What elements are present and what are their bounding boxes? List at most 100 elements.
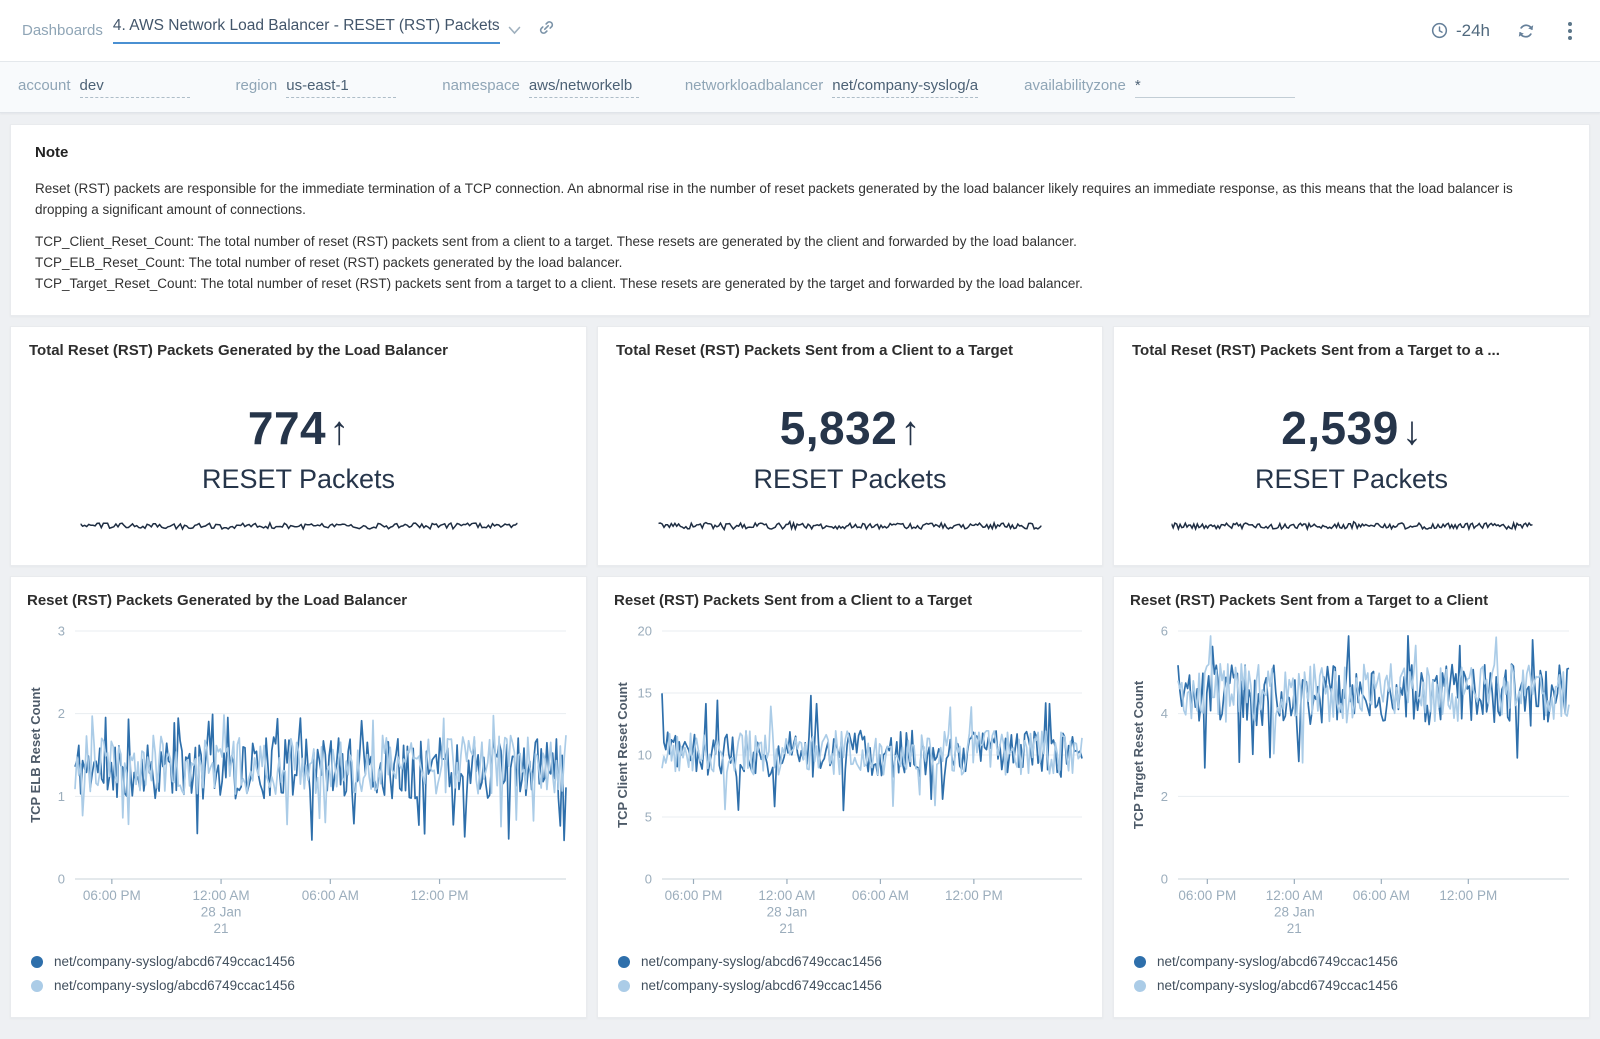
refresh-icon[interactable]: [1516, 21, 1536, 41]
chart-panel-elb-reset: Reset (RST) Packets Generated by the Loa…: [10, 576, 587, 1018]
filter-account: account dev: [18, 77, 190, 98]
stat-value-block: 2,539↓ RESET Packets: [1132, 401, 1571, 495]
legend-item[interactable]: net/company-syslog/abcd6749ccac1456: [618, 978, 1086, 993]
svg-text:TCP Target Reset Count: TCP Target Reset Count: [1131, 680, 1146, 829]
filter-value-input[interactable]: net/company-syslog/a: [832, 77, 978, 98]
time-range-label: -24h: [1456, 21, 1490, 41]
legend-item[interactable]: net/company-syslog/abcd6749ccac1456: [31, 978, 570, 993]
clock-icon: [1430, 21, 1449, 40]
legend-label: net/company-syslog/abcd6749ccac1456: [54, 954, 295, 969]
filter-label: account: [18, 77, 71, 94]
stat-panel-title: Total Reset (RST) Packets Sent from a Ta…: [1132, 342, 1571, 359]
svg-text:12:00 AM: 12:00 AM: [758, 888, 815, 903]
legend-label: net/company-syslog/abcd6749ccac1456: [641, 954, 882, 969]
chart-panel-target-reset: Reset (RST) Packets Sent from a Target t…: [1113, 576, 1590, 1018]
trend-up-icon: ↑: [900, 409, 920, 453]
svg-text:12:00 PM: 12:00 PM: [945, 888, 1003, 903]
legend-dot-icon: [1134, 980, 1146, 992]
breadcrumb[interactable]: Dashboards: [22, 22, 103, 39]
top-bar: Dashboards 4. AWS Network Load Balancer …: [0, 0, 1600, 62]
filter-region: region us-east-1: [236, 77, 397, 98]
legend-item[interactable]: net/company-syslog/abcd6749ccac1456: [1134, 978, 1573, 993]
filter-label: namespace: [442, 77, 520, 94]
legend-dot-icon: [618, 956, 630, 968]
stat-unit: RESET Packets: [29, 464, 568, 495]
line-chart[interactable]: 024606:00 PM12:00 AM28 Jan2106:00 AM12:0…: [1130, 617, 1573, 947]
svg-text:06:00 PM: 06:00 PM: [83, 888, 141, 903]
filter-availabilityzone: availabilityzone *: [1024, 77, 1295, 98]
header-actions: -24h: [1430, 18, 1578, 44]
stat-panel-title: Total Reset (RST) Packets Sent from a Cl…: [616, 342, 1084, 359]
svg-text:TCP Client Reset Count: TCP Client Reset Count: [615, 682, 630, 828]
dashboard-title-dropdown[interactable]: 4. AWS Network Load Balancer - RESET (RS…: [113, 17, 521, 44]
note-definitions: TCP_Client_Reset_Count: The total number…: [35, 231, 1565, 294]
svg-text:4: 4: [1161, 706, 1168, 721]
stat-panels-row: Total Reset (RST) Packets Generated by t…: [10, 326, 1590, 566]
svg-text:5: 5: [645, 810, 652, 825]
legend-dot-icon: [1134, 956, 1146, 968]
svg-text:20: 20: [638, 624, 652, 639]
svg-text:28 Jan: 28 Jan: [201, 905, 242, 920]
filter-value-input[interactable]: dev: [80, 77, 190, 98]
chart-panel-client-reset: Reset (RST) Packets Sent from a Client t…: [597, 576, 1103, 1018]
trend-down-icon: ↓: [1402, 409, 1422, 453]
svg-text:0: 0: [645, 872, 652, 887]
svg-text:3: 3: [58, 624, 65, 639]
note-definition-line: TCP_Target_Reset_Count: The total number…: [35, 273, 1565, 294]
svg-text:06:00 AM: 06:00 AM: [1353, 888, 1410, 903]
filter-label: availabilityzone: [1024, 77, 1126, 94]
svg-text:2: 2: [1161, 789, 1168, 804]
note-definition-line: TCP_ELB_Reset_Count: The total number of…: [35, 252, 1565, 273]
legend-item[interactable]: net/company-syslog/abcd6749ccac1456: [618, 954, 1086, 969]
stat-value-block: 774↑ RESET Packets: [29, 401, 568, 495]
filter-namespace: namespace aws/networkelb: [442, 77, 639, 98]
legend-item[interactable]: net/company-syslog/abcd6749ccac1456: [31, 954, 570, 969]
legend-label: net/company-syslog/abcd6749ccac1456: [1157, 978, 1398, 993]
sparkline: [80, 517, 517, 535]
svg-text:28 Jan: 28 Jan: [767, 905, 808, 920]
sparkline: [1171, 517, 1532, 535]
chart-legend: net/company-syslog/abcd6749ccac1456 net/c…: [614, 954, 1086, 993]
chart-title: Reset (RST) Packets Generated by the Loa…: [27, 592, 570, 609]
svg-text:21: 21: [214, 921, 229, 936]
svg-text:0: 0: [58, 872, 65, 887]
svg-text:10: 10: [638, 748, 652, 763]
stat-panel-title: Total Reset (RST) Packets Generated by t…: [29, 342, 568, 359]
stat-unit: RESET Packets: [1132, 464, 1571, 495]
filter-label: region: [236, 77, 278, 94]
stat-panel-elb-reset[interactable]: Total Reset (RST) Packets Generated by t…: [10, 326, 587, 566]
chevron-down-icon: [508, 26, 521, 35]
svg-text:TCP ELB Reset Count: TCP ELB Reset Count: [28, 687, 43, 823]
kebab-menu-icon[interactable]: [1562, 18, 1578, 44]
legend-dot-icon: [31, 980, 43, 992]
stat-value: 5,832: [780, 402, 898, 454]
link-icon[interactable]: [537, 18, 556, 37]
stat-panel-client-reset[interactable]: Total Reset (RST) Packets Sent from a Cl…: [597, 326, 1103, 566]
legend-dot-icon: [31, 956, 43, 968]
chart-title: Reset (RST) Packets Sent from a Client t…: [614, 592, 1086, 609]
time-range-control[interactable]: -24h: [1430, 21, 1490, 41]
svg-text:6: 6: [1161, 624, 1168, 639]
svg-text:1: 1: [58, 789, 65, 804]
filter-value-input[interactable]: *: [1135, 77, 1295, 98]
stat-panel-target-reset[interactable]: Total Reset (RST) Packets Sent from a Ta…: [1113, 326, 1590, 566]
filter-bar: account dev region us-east-1 namespace a…: [0, 62, 1600, 113]
chart-title: Reset (RST) Packets Sent from a Target t…: [1130, 592, 1573, 609]
legend-item[interactable]: net/company-syslog/abcd6749ccac1456: [1134, 954, 1573, 969]
charts-row: Reset (RST) Packets Generated by the Loa…: [10, 576, 1590, 1018]
stat-value: 2,539: [1281, 402, 1399, 454]
line-chart[interactable]: 012306:00 PM12:00 AM28 Jan2106:00 AM12:0…: [27, 617, 570, 947]
legend-label: net/company-syslog/abcd6749ccac1456: [641, 978, 882, 993]
svg-text:12:00 PM: 12:00 PM: [1439, 888, 1497, 903]
legend-dot-icon: [618, 980, 630, 992]
legend-label: net/company-syslog/abcd6749ccac1456: [54, 978, 295, 993]
svg-text:12:00 AM: 12:00 AM: [193, 888, 250, 903]
note-intro: Reset (RST) packets are responsible for …: [35, 178, 1565, 220]
svg-text:21: 21: [1287, 921, 1302, 936]
filter-value-input[interactable]: us-east-1: [286, 77, 396, 98]
svg-text:06:00 PM: 06:00 PM: [1178, 888, 1236, 903]
line-chart[interactable]: 0510152006:00 PM12:00 AM28 Jan2106:00 AM…: [614, 617, 1086, 947]
stat-unit: RESET Packets: [616, 464, 1084, 495]
svg-text:12:00 AM: 12:00 AM: [1266, 888, 1323, 903]
filter-value-input[interactable]: aws/networkelb: [529, 77, 639, 98]
